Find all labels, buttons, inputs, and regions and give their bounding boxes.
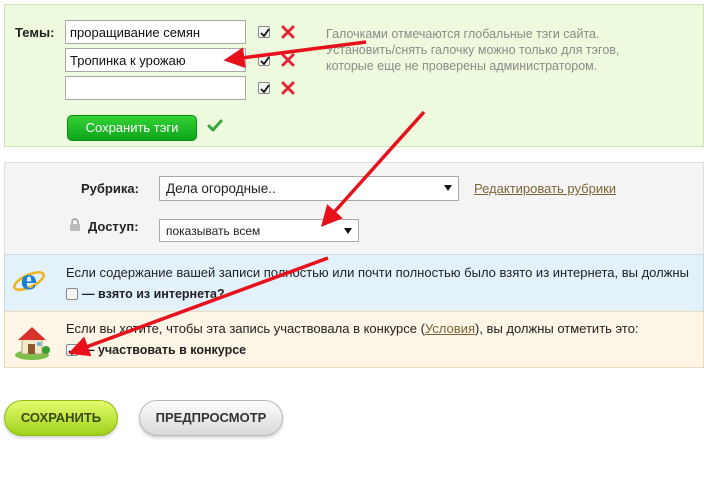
contest-conditions-link[interactable]: Условия xyxy=(425,321,475,336)
checkmark-icon xyxy=(260,28,270,38)
tags-label: Темы: xyxy=(15,25,55,40)
tag-input-3[interactable] xyxy=(65,76,246,100)
contest-checkbox-label: — участвовать в конкурсе xyxy=(82,343,247,357)
access-select[interactable]: показывать всем xyxy=(159,219,359,242)
internet-explorer-icon: e xyxy=(13,266,45,296)
chevron-down-icon xyxy=(444,185,452,191)
tag-input-2[interactable] xyxy=(65,48,246,72)
confirm-check-icon xyxy=(207,119,223,132)
tag-global-checkbox-2[interactable] xyxy=(258,54,270,66)
save-button[interactable]: СОХРАНИТЬ xyxy=(4,400,118,436)
checkmark-icon xyxy=(260,56,270,66)
save-tags-button[interactable]: Сохранить тэги xyxy=(67,115,197,141)
internet-source-panel: e Если содержание вашей записи полностью… xyxy=(4,254,704,312)
delete-x-icon[interactable] xyxy=(281,25,295,39)
internet-source-option: — взято из интернета? xyxy=(66,287,225,301)
edit-rubrics-link[interactable]: Редактировать рубрики xyxy=(474,181,616,196)
rubric-selected-value: Дела огородные.. xyxy=(166,181,276,196)
internet-source-checkbox[interactable] xyxy=(66,288,78,300)
contest-text: Если вы хотите, чтобы эта запись участво… xyxy=(66,321,639,336)
tag-input-1[interactable] xyxy=(65,20,246,44)
tags-help-text: Галочками отмечаются глобальные тэги сай… xyxy=(326,27,620,73)
contest-option: — участвовать в конкурсе xyxy=(66,343,246,357)
house-icon xyxy=(15,327,50,360)
tag-global-checkbox-1[interactable] xyxy=(258,26,270,38)
contest-checkbox[interactable] xyxy=(66,344,78,356)
delete-x-icon[interactable] xyxy=(281,81,295,95)
delete-x-icon[interactable] xyxy=(281,53,295,67)
internet-source-checkbox-label: — взято из интернета? xyxy=(82,287,225,301)
svg-text:e: e xyxy=(21,266,38,296)
rubric-select[interactable]: Дела огородные.. xyxy=(159,176,459,201)
settings-panel: Рубрика: Дела огородные.. Редактировать … xyxy=(4,162,704,254)
access-label: Доступ: xyxy=(88,219,139,234)
lock-icon xyxy=(70,218,80,231)
checkmark-icon xyxy=(68,346,78,356)
tag-global-checkbox-3[interactable] xyxy=(258,82,270,94)
checkmark-icon xyxy=(260,84,270,94)
rubric-label: Рубрика: xyxy=(81,181,139,196)
contest-panel: Если вы хотите, чтобы эта запись участво… xyxy=(4,311,704,368)
access-selected-value: показывать всем xyxy=(166,224,261,238)
internet-source-text: Если содержание вашей записи полностью и… xyxy=(66,265,689,280)
chevron-down-icon xyxy=(344,228,352,234)
preview-button[interactable]: ПРЕДПРОСМОТР xyxy=(139,400,283,436)
tags-panel: Темы: Галочками отмечаются глобальные тэ… xyxy=(4,4,704,147)
